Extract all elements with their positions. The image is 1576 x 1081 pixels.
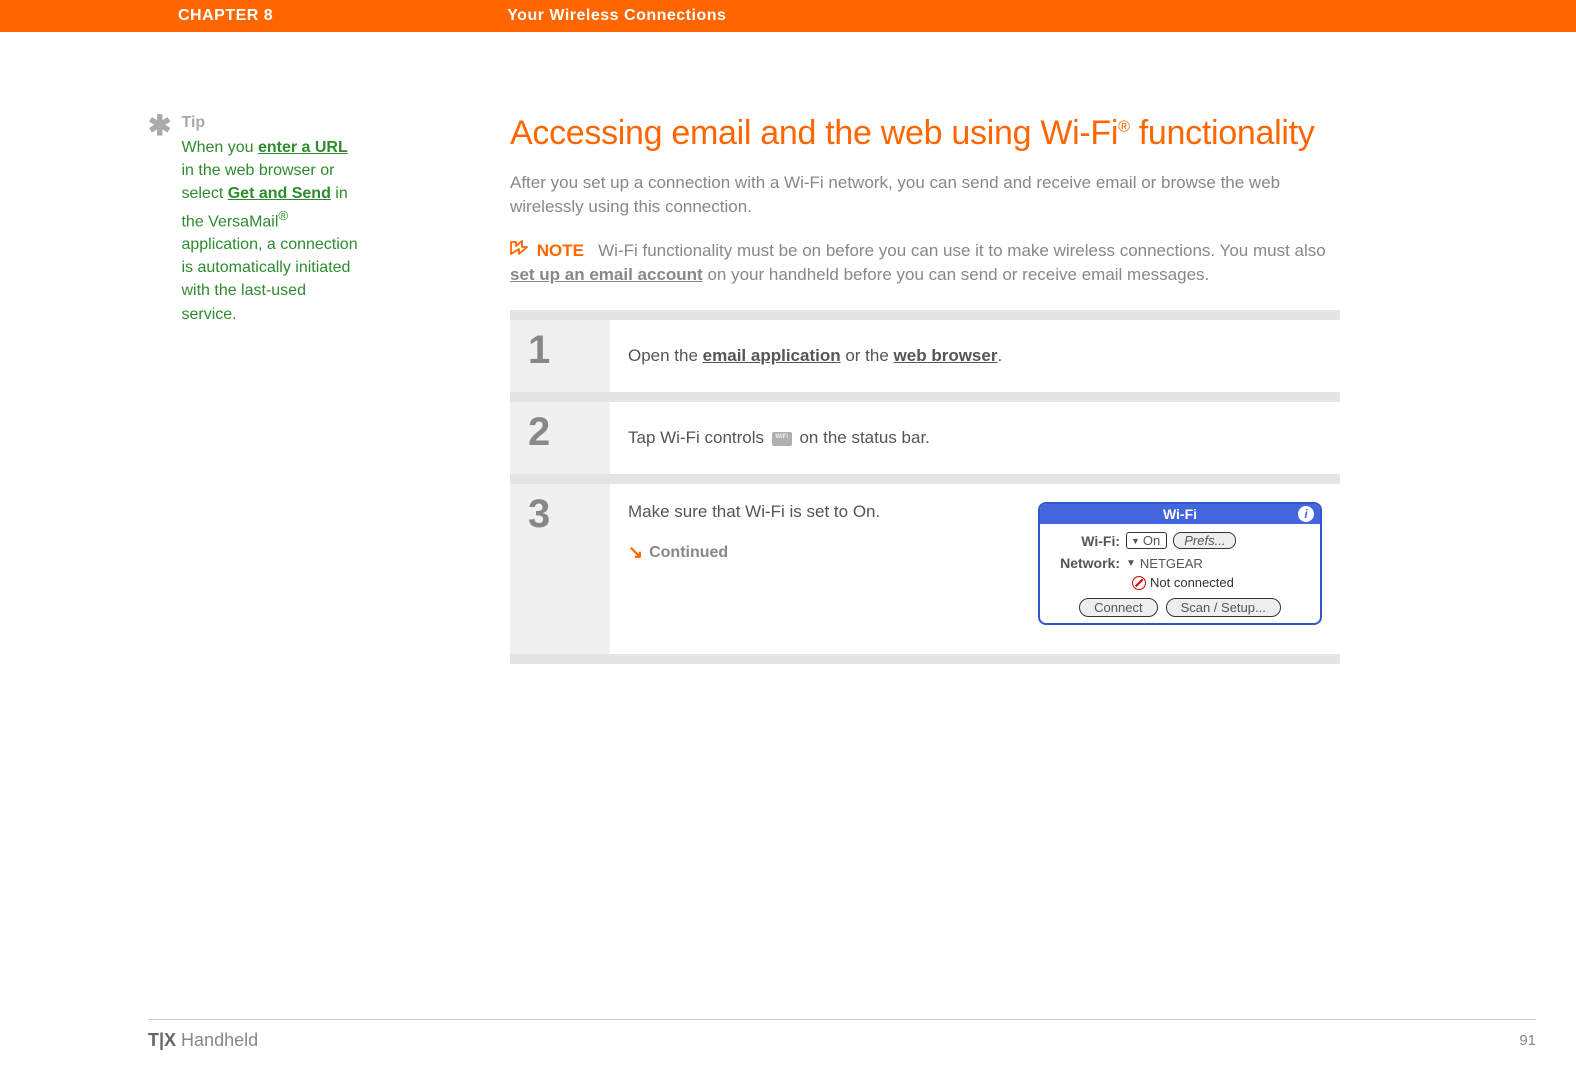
step-number: 2 xyxy=(510,402,610,474)
page-body: ✱ Tip When you enter a URL in the web br… xyxy=(0,32,1576,664)
registered-symbol: ® xyxy=(1118,119,1130,136)
header-section-label: Your Wireless Connections xyxy=(507,7,726,25)
note-label: NOTE xyxy=(537,241,584,260)
step-content: Make sure that Wi-Fi is set to On. ↘ Con… xyxy=(610,484,1340,654)
step-link-web-browser[interactable]: web browser xyxy=(894,346,998,365)
wifi-panel-title: Wi-Fi i xyxy=(1040,504,1320,524)
tip-content: Tip When you enter a URL in the web brow… xyxy=(181,114,362,326)
wifi-on-dropdown[interactable]: ▼ On xyxy=(1126,532,1167,549)
step-row: 1 Open the email application or the web … xyxy=(510,320,1340,392)
title-text: functionality xyxy=(1130,114,1315,152)
header-bar: CHAPTER 8 Your Wireless Connections xyxy=(0,0,1576,32)
network-field-label: Network: xyxy=(1050,555,1126,571)
steps-container: 1 Open the email application or the web … xyxy=(510,310,1340,664)
chevron-down-icon: ▼ xyxy=(1131,536,1140,546)
wifi-toggle-row: Wi-Fi: ▼ On Prefs... xyxy=(1050,532,1310,549)
network-name-value[interactable]: NETGEAR xyxy=(1140,556,1203,571)
tip-link-enter-url[interactable]: enter a URL xyxy=(258,139,348,156)
tip-block: ✱ Tip When you enter a URL in the web br… xyxy=(148,114,362,326)
wifi-panel-body: Wi-Fi: ▼ On Prefs... Network: ▼ xyxy=(1040,524,1320,623)
continued-label: Continued xyxy=(649,544,728,562)
tip-label: Tip xyxy=(181,114,362,132)
step3-text-column: Make sure that Wi-Fi is set to On. ↘ Con… xyxy=(628,502,998,563)
connection-status-row: Not connected xyxy=(1050,575,1310,590)
prefs-button[interactable]: Prefs... xyxy=(1173,532,1236,549)
tip-text-part: application, a connection is automatical… xyxy=(181,236,357,323)
step-content: Tap Wi-Fi controls WiFi on the status ba… xyxy=(610,402,1340,474)
connect-button[interactable]: Connect xyxy=(1079,598,1157,617)
info-icon[interactable]: i xyxy=(1298,506,1314,522)
wifi-dropdown-value: On xyxy=(1143,533,1160,548)
step-number: 3 xyxy=(510,484,610,654)
title-text: Accessing email and the web using Wi-Fi xyxy=(510,114,1118,152)
wifi-panel-buttons: Connect Scan / Setup... xyxy=(1050,598,1310,617)
page-number: 91 xyxy=(1519,1032,1536,1049)
note-paragraph: NOTE Wi-Fi functionality must be on befo… xyxy=(510,239,1340,288)
step-text: Tap Wi-Fi controls xyxy=(628,428,769,447)
footer-brand: T|X Handheld xyxy=(148,1030,258,1051)
note-arrow-icon xyxy=(510,239,528,264)
wifi-field-label: Wi-Fi: xyxy=(1050,533,1126,549)
note-link-setup-email[interactable]: set up an email account xyxy=(510,265,703,284)
not-connected-icon xyxy=(1132,576,1146,590)
tip-text: When you enter a URL in the web browser … xyxy=(181,136,362,326)
step-content: Open the email application or the web br… xyxy=(610,320,1340,392)
tip-link-get-and-send[interactable]: Get and Send xyxy=(228,185,331,202)
continued-arrow-icon: ↘ xyxy=(628,542,643,563)
wifi-status-bar-icon: WiFi xyxy=(772,432,792,446)
step-text: . xyxy=(997,346,1002,365)
footer-brand-model: T|X xyxy=(148,1030,176,1050)
step-text: Open the xyxy=(628,346,703,365)
footer: T|X Handheld 91 xyxy=(148,1019,1536,1051)
step3-screenshot-column: Wi-Fi i Wi-Fi: ▼ On Pre xyxy=(1038,502,1322,625)
step-row: 2 Tap Wi-Fi controls WiFi on the status … xyxy=(510,402,1340,474)
note-text-part: on your handheld before you can send or … xyxy=(703,265,1210,284)
step-number: 1 xyxy=(510,320,610,392)
intro-paragraph: After you set up a connection with a Wi-… xyxy=(510,171,1340,219)
tip-text-part: When you xyxy=(181,139,257,156)
header-chapter-label: CHAPTER 8 xyxy=(178,7,273,25)
asterisk-icon: ✱ xyxy=(148,116,171,136)
step-link-email-application[interactable]: email application xyxy=(703,346,841,365)
connection-status-text: Not connected xyxy=(1150,575,1234,590)
step-text: on the status bar. xyxy=(795,428,930,447)
step-text: or the xyxy=(841,346,894,365)
step-text: Make sure that Wi-Fi is set to On. xyxy=(628,502,998,522)
main-content: Accessing email and the web using Wi-Fi®… xyxy=(370,114,1340,664)
network-row: Network: ▼ NETGEAR xyxy=(1050,555,1310,571)
sidebar: ✱ Tip When you enter a URL in the web br… xyxy=(0,114,370,664)
page-title: Accessing email and the web using Wi-Fi®… xyxy=(510,114,1340,153)
step-row: 3 Make sure that Wi-Fi is set to On. ↘ C… xyxy=(510,484,1340,654)
registered-symbol: ® xyxy=(278,208,288,223)
continued-indicator: ↘ Continued xyxy=(628,542,998,563)
wifi-panel: Wi-Fi i Wi-Fi: ▼ On Pre xyxy=(1038,502,1322,625)
chevron-down-icon: ▼ xyxy=(1126,558,1136,569)
scan-setup-button[interactable]: Scan / Setup... xyxy=(1166,598,1281,617)
footer-brand-name: Handheld xyxy=(176,1030,258,1050)
note-text-part: Wi-Fi functionality must be on before yo… xyxy=(598,241,1326,260)
wifi-panel-title-text: Wi-Fi xyxy=(1163,506,1197,522)
